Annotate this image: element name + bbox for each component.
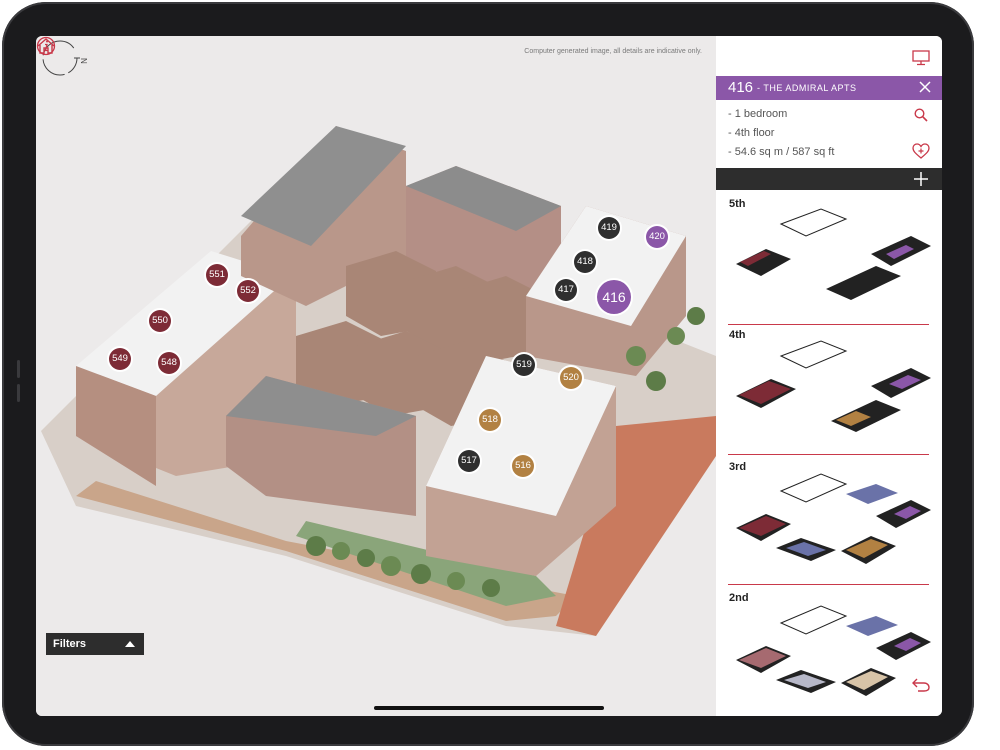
floor-divider (728, 324, 929, 325)
unit-bedrooms: - 1 bedroom (728, 108, 788, 120)
floor-divider (728, 454, 929, 455)
monitor-icon[interactable] (912, 50, 930, 66)
chevron-up-icon (125, 641, 135, 647)
floor-divider (728, 584, 929, 585)
side-button (17, 384, 20, 402)
floor-plan-2nd[interactable] (726, 598, 932, 708)
floor-plan-4th[interactable] (726, 336, 932, 436)
unit-header: 416 - THE ADMIRAL APTS (716, 76, 942, 100)
unit-badge-548[interactable]: 548 (158, 352, 180, 374)
unit-number: 416 (728, 79, 754, 96)
unit-badge-417[interactable]: 417 (555, 279, 577, 301)
plus-icon[interactable] (914, 172, 928, 186)
unit-badge-516[interactable]: 516 (512, 455, 534, 477)
unit-badge-420[interactable]: 420 (646, 226, 668, 248)
unit-badge-519[interactable]: 519 (513, 354, 535, 376)
unit-area: - 54.6 sq m / 587 sq ft (728, 146, 835, 158)
disclaimer-text: Computer generated image, all details ar… (524, 48, 702, 55)
home-indicator[interactable] (374, 706, 604, 710)
filters-button[interactable]: Filters (46, 633, 144, 655)
site-map[interactable]: Computer generated image, all details ar… (36, 36, 716, 716)
unit-badge-549[interactable]: 549 (109, 348, 131, 370)
add-bar[interactable] (716, 168, 942, 190)
floor-plan-5th[interactable] (726, 204, 932, 304)
unit-floor: - 4th floor (728, 127, 775, 139)
unit-badge-517[interactable]: 517 (458, 450, 480, 472)
side-button (17, 360, 20, 378)
unit-badge-520[interactable]: 520 (560, 367, 582, 389)
info-icon[interactable] (36, 36, 56, 56)
unit-badge-551[interactable]: 551 (206, 264, 228, 286)
search-icon[interactable] (914, 108, 928, 122)
close-icon[interactable] (918, 80, 932, 94)
floor-plan-3rd[interactable] (726, 466, 932, 576)
compass-north-label: N (79, 58, 88, 64)
unit-badge-418[interactable]: 418 (574, 251, 596, 273)
unit-badge-552[interactable]: 552 (237, 280, 259, 302)
favorite-heart-icon[interactable] (912, 143, 930, 159)
unit-badge-550[interactable]: 550 (149, 310, 171, 332)
unit-badge-518[interactable]: 518 (479, 409, 501, 431)
unit-building-name: - THE ADMIRAL APTS (757, 83, 857, 93)
site-rendering (41, 126, 716, 636)
unit-badge-419[interactable]: 419 (598, 217, 620, 239)
screen: Computer generated image, all details ar… (36, 36, 942, 716)
unit-details-panel: 416 - THE ADMIRAL APTS - 1 bedroom - 4th… (716, 36, 942, 716)
back-arrow-icon[interactable] (912, 676, 930, 692)
filters-label: Filters (53, 638, 87, 650)
unit-badge-416-selected[interactable]: 416 (597, 280, 631, 314)
